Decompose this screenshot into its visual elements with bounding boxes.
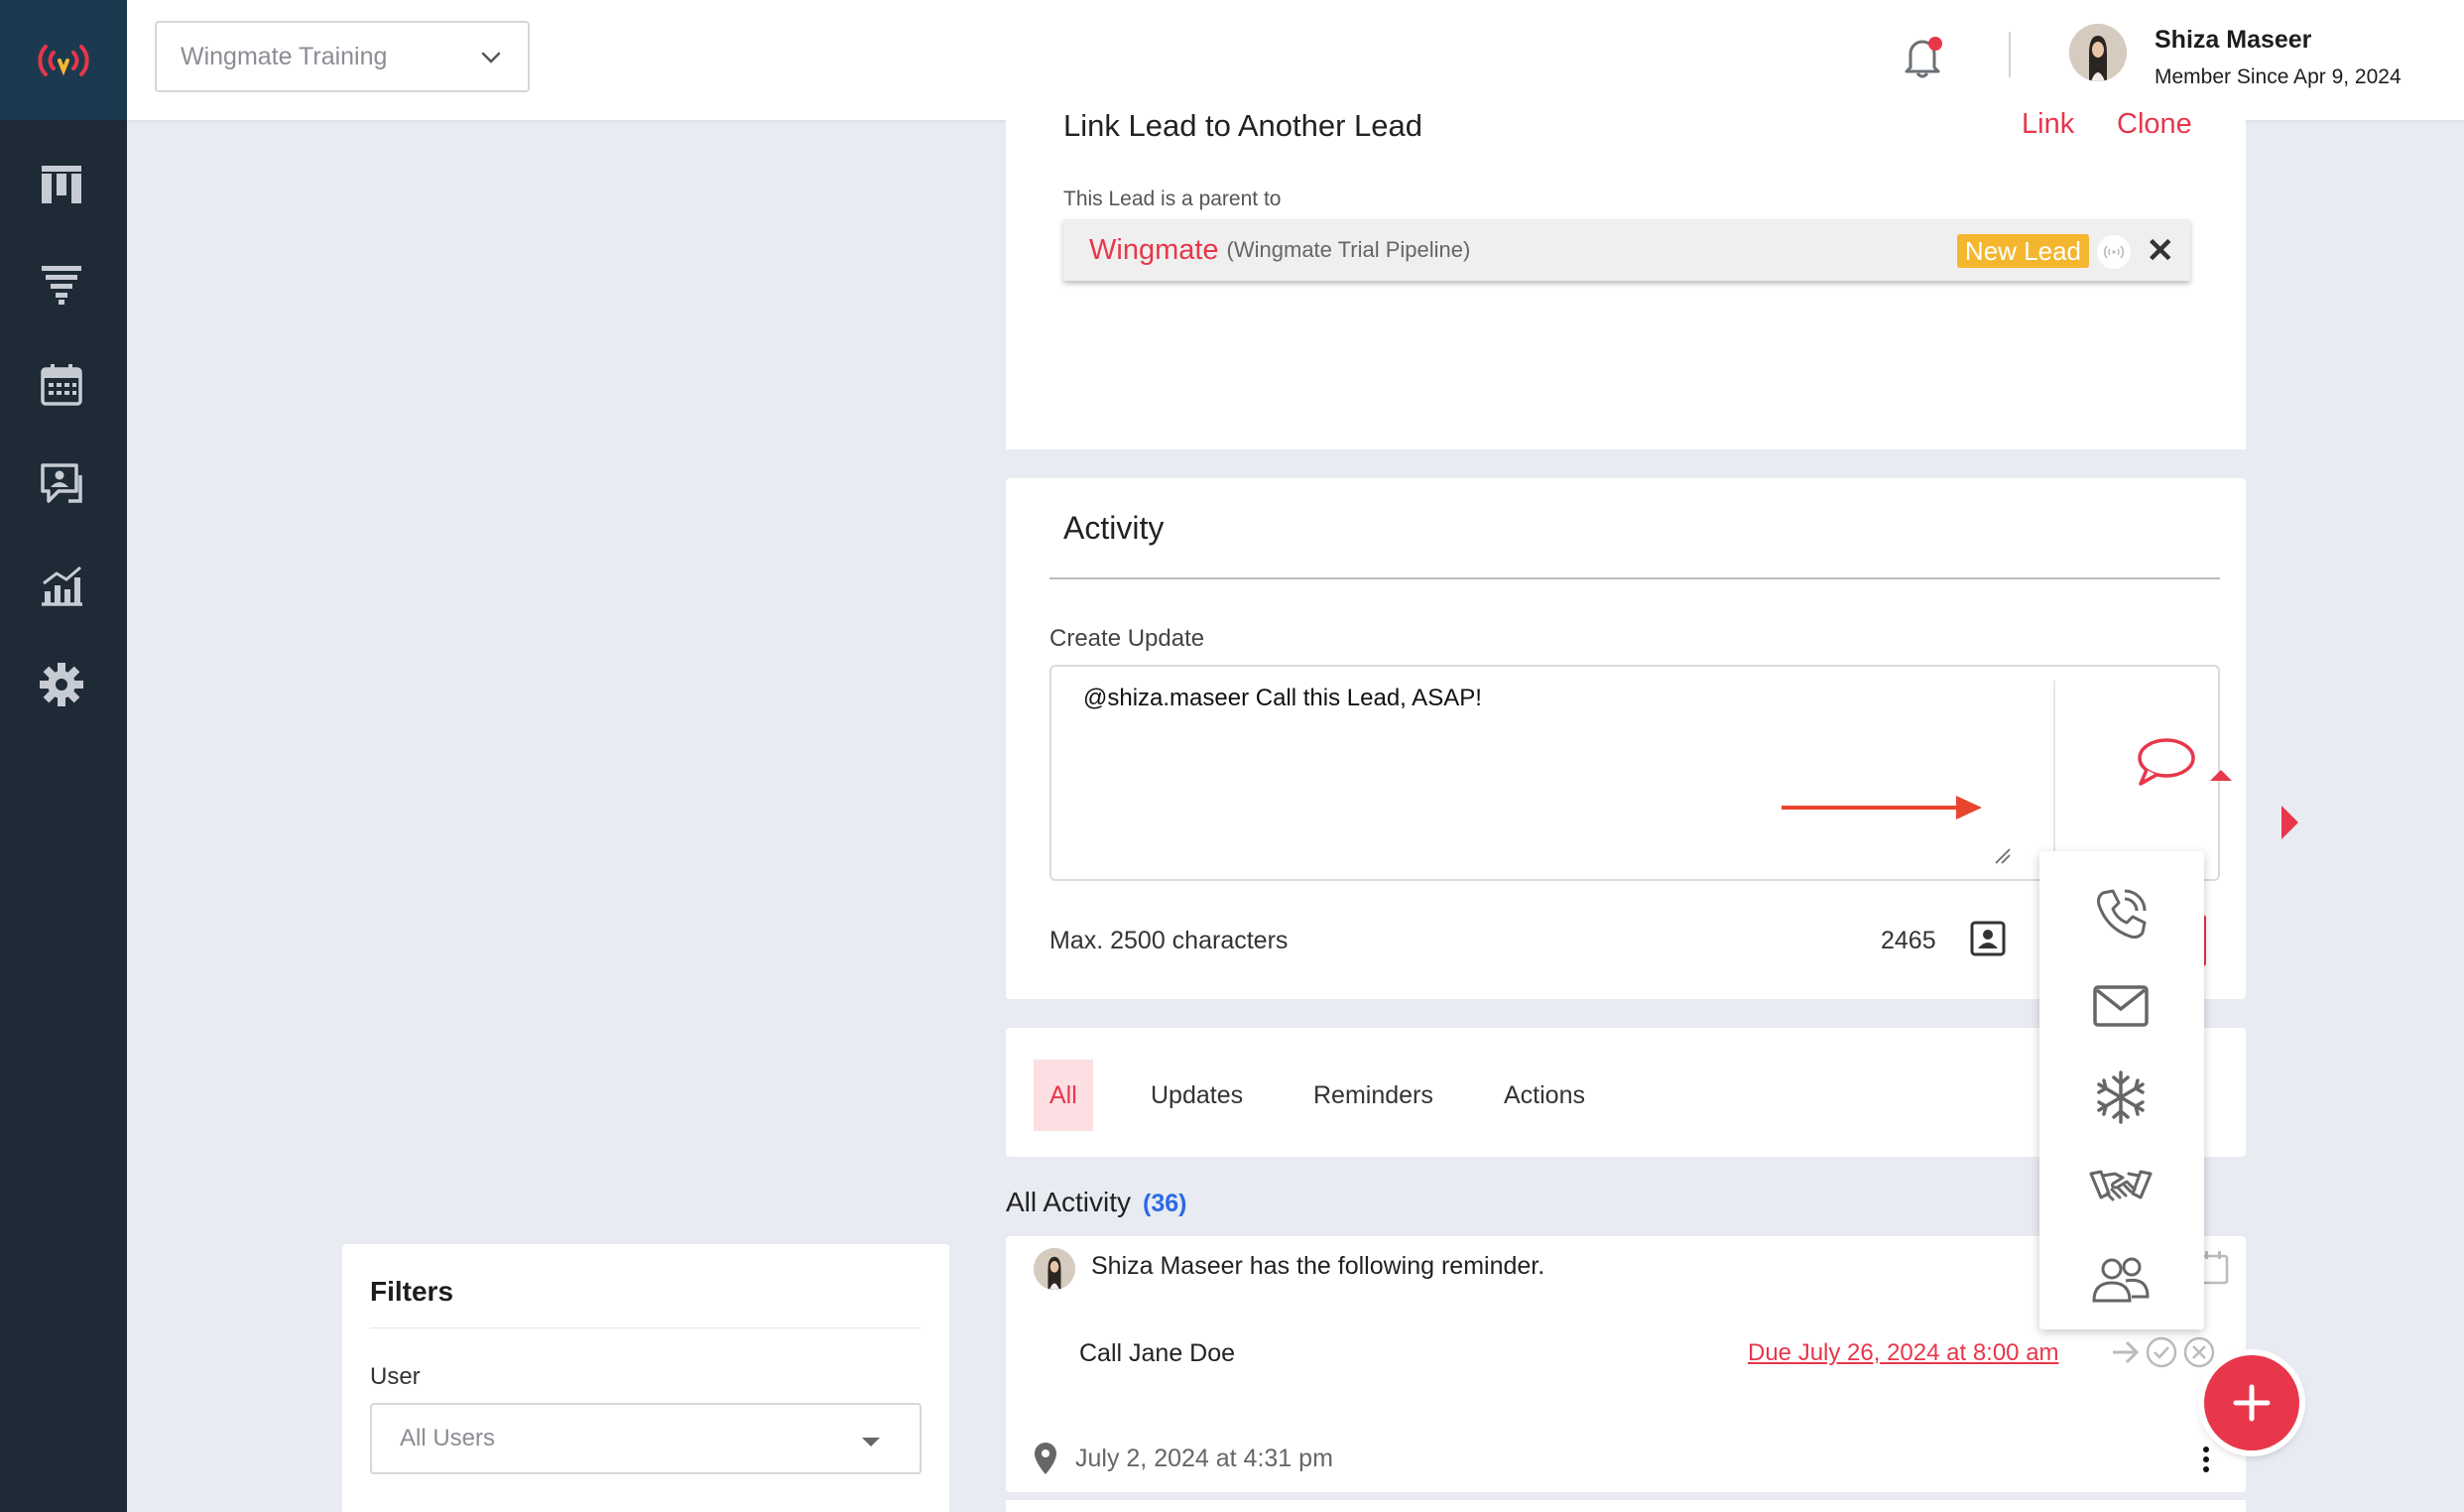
menu-item-cold[interactable] bbox=[2081, 1058, 2160, 1137]
expand-right-icon[interactable] bbox=[2281, 806, 2298, 839]
create-update-label: Create Update bbox=[1049, 625, 1205, 652]
next-activity-item bbox=[1006, 1500, 2246, 1512]
phone-icon bbox=[2097, 889, 2147, 939]
link-lead-title: Link Lead to Another Lead bbox=[1063, 108, 1422, 143]
person-photo-icon bbox=[1034, 1248, 1075, 1290]
forward-arrow-icon[interactable] bbox=[2109, 1335, 2143, 1369]
nav-analytics[interactable] bbox=[38, 562, 85, 609]
nav-settings[interactable] bbox=[38, 661, 85, 708]
activity-date: July 2, 2024 at 4:31 pm bbox=[1075, 1445, 1333, 1472]
unlink-close-icon[interactable]: ✕ bbox=[2147, 231, 2175, 271]
chat-user-icon bbox=[41, 463, 82, 503]
filters-divider bbox=[370, 1327, 922, 1328]
activity-avatar bbox=[1034, 1248, 1075, 1290]
menu-item-meeting[interactable] bbox=[2081, 1240, 2160, 1320]
app-logo[interactable] bbox=[0, 0, 127, 120]
notifications-button[interactable] bbox=[1903, 32, 1946, 84]
contact-card-button[interactable] bbox=[1968, 919, 2008, 963]
check-circle-icon[interactable] bbox=[2145, 1335, 2178, 1369]
nav-board[interactable] bbox=[38, 161, 85, 208]
wingmate-logo-icon bbox=[38, 44, 89, 76]
all-activity-count[interactable]: (36) bbox=[1143, 1190, 1186, 1217]
update-textarea[interactable]: @shiza.maseer Call this Lead, ASAP! bbox=[1049, 665, 2232, 881]
reminder-task: Call Jane Doe bbox=[1079, 1339, 1236, 1367]
parent-label: This Lead is a parent to bbox=[1063, 188, 1282, 210]
kebab-menu-icon[interactable] bbox=[2196, 1445, 2216, 1474]
annotation-arrow-icon bbox=[1782, 796, 1982, 819]
chevron-down-icon bbox=[481, 52, 501, 63]
snowflake-icon bbox=[2097, 1071, 2145, 1124]
filters-title: Filters bbox=[370, 1276, 454, 1307]
link-lead-card: Link Lead to Another Lead Link Clone Thi… bbox=[1006, 108, 2246, 449]
board-icon bbox=[42, 166, 81, 203]
tab-actions[interactable]: Actions bbox=[1504, 1060, 1585, 1131]
tab-reminders[interactable]: Reminders bbox=[1313, 1060, 1433, 1131]
nav-conversations[interactable] bbox=[38, 460, 85, 508]
resize-grip-icon[interactable] bbox=[1992, 845, 2014, 867]
header-divider bbox=[2009, 32, 2011, 77]
speech-bubble-icon bbox=[2138, 738, 2195, 786]
person-photo-icon bbox=[2069, 24, 2127, 81]
organization-select[interactable]: Wingmate Training bbox=[155, 21, 530, 92]
broadcast-icon bbox=[2097, 235, 2131, 269]
cancel-circle-icon[interactable] bbox=[2182, 1335, 2216, 1369]
activity-title: Activity bbox=[1063, 510, 1165, 546]
add-fab-button[interactable] bbox=[2204, 1355, 2299, 1450]
link-button[interactable]: Link bbox=[2022, 108, 2074, 141]
tab-updates[interactable]: Updates bbox=[1151, 1060, 1243, 1131]
contact-card-icon bbox=[1970, 921, 2006, 956]
organization-select-value: Wingmate Training bbox=[181, 42, 388, 70]
user-avatar[interactable] bbox=[2069, 24, 2127, 81]
activity-item-text: Shiza Maseer has the following reminder. bbox=[1091, 1252, 1545, 1280]
filter-user-value: All Users bbox=[400, 1425, 496, 1451]
member-since: Member Since Apr 9, 2024 bbox=[2155, 65, 2402, 88]
lead-status-badge: New Lead bbox=[1956, 234, 2089, 268]
calendar-icon bbox=[41, 364, 82, 406]
tab-all[interactable]: All bbox=[1034, 1060, 1093, 1131]
menu-item-call[interactable] bbox=[2081, 875, 2160, 954]
funnel-icon bbox=[42, 266, 81, 305]
caret-down-icon bbox=[862, 1438, 880, 1447]
menu-item-email[interactable] bbox=[2081, 966, 2160, 1046]
top-header: Wingmate Training Shiza Maseer Member Si… bbox=[127, 0, 2464, 120]
activity-divider bbox=[1049, 577, 2220, 579]
update-textarea-value: @shiza.maseer Call this Lead, ASAP! bbox=[1083, 685, 1482, 711]
linked-lead-row: Wingmate (Wingmate Trial Pipeline) New L… bbox=[1063, 219, 2190, 281]
textarea-separator bbox=[2053, 681, 2055, 869]
people-icon bbox=[2092, 1257, 2150, 1303]
analytics-icon bbox=[42, 566, 82, 606]
location-pin-icon bbox=[1035, 1443, 1056, 1474]
plus-icon bbox=[2233, 1384, 2271, 1422]
filter-user-select[interactable]: All Users bbox=[370, 1403, 922, 1474]
bell-icon bbox=[1905, 37, 1942, 78]
update-type-menu bbox=[2039, 851, 2204, 1329]
mail-icon bbox=[2093, 985, 2149, 1027]
handshake-icon bbox=[2089, 1170, 2153, 1201]
filters-panel: Filters User All Users bbox=[342, 1244, 949, 1512]
nav-calendar[interactable] bbox=[38, 361, 85, 409]
reminder-due-date[interactable]: Due July 26, 2024 at 8:00 am bbox=[1748, 1339, 2059, 1367]
sidebar bbox=[0, 0, 127, 1512]
character-count: 2465 bbox=[1881, 927, 1936, 954]
user-name: Shiza Maseer bbox=[2155, 26, 2312, 54]
linked-lead-name[interactable]: Wingmate bbox=[1089, 234, 1219, 267]
gear-icon bbox=[40, 663, 83, 706]
update-type-button[interactable] bbox=[2135, 736, 2198, 795]
caret-up-icon[interactable] bbox=[2210, 770, 2232, 781]
max-characters-text: Max. 2500 characters bbox=[1049, 927, 1289, 954]
nav-pipeline[interactable] bbox=[38, 260, 85, 308]
menu-item-deal[interactable] bbox=[2081, 1149, 2160, 1228]
linked-lead-pipeline: (Wingmate Trial Pipeline) bbox=[1226, 237, 1471, 262]
all-activity-title: All Activity bbox=[1006, 1187, 1132, 1217]
all-activity-heading: All Activity (36) bbox=[1006, 1187, 1187, 1218]
filter-user-label: User bbox=[370, 1363, 421, 1390]
clone-button[interactable]: Clone bbox=[2117, 108, 2192, 141]
